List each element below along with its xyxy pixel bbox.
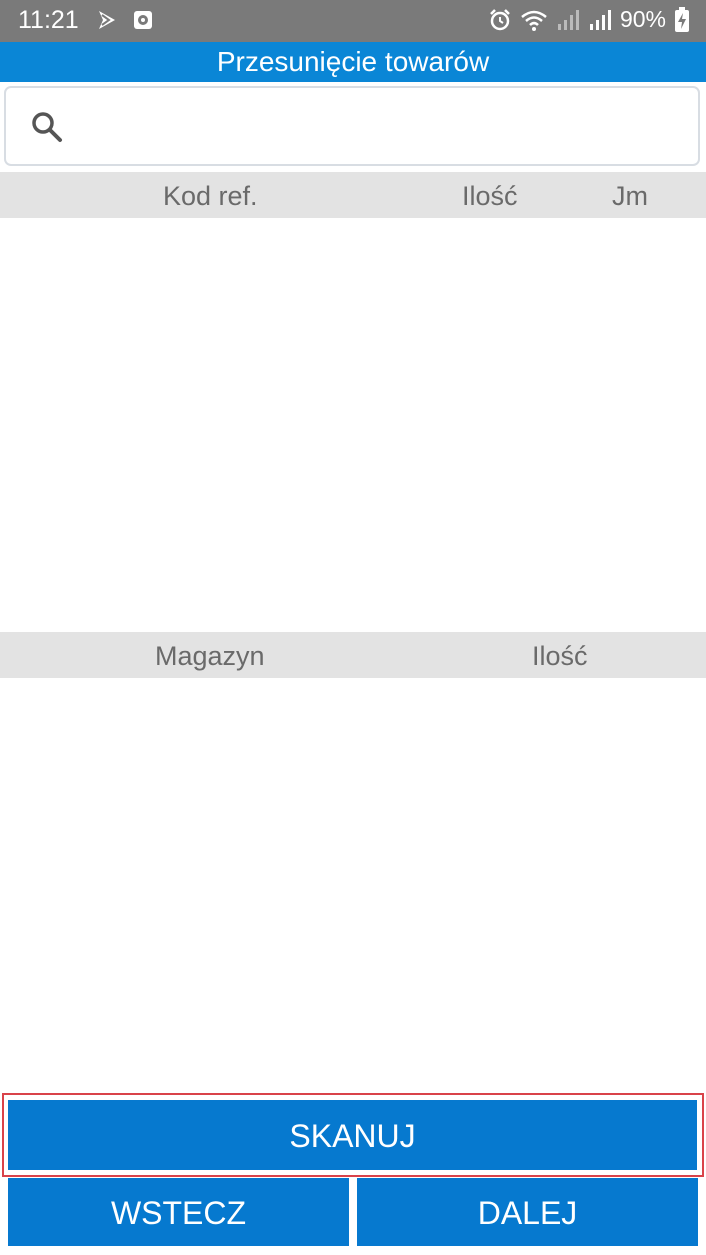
status-bar: 11:21 90% [0, 0, 706, 42]
items-list[interactable] [0, 218, 706, 632]
status-time: 11:21 [18, 6, 79, 34]
column-header-quantity: Ilość [462, 181, 518, 211]
stock-table-header: Magazyn Ilość [0, 632, 706, 678]
wifi-icon [521, 10, 547, 31]
column-header-unit: Jm [612, 181, 648, 211]
search-input[interactable] [78, 100, 682, 154]
column-header-ref-code: Kod ref. [163, 181, 258, 211]
next-button[interactable]: DALEJ [357, 1178, 698, 1246]
notification-icons [96, 9, 154, 31]
alarm-icon [490, 8, 510, 30]
search-box[interactable] [4, 86, 700, 166]
battery-charging-icon [675, 6, 689, 32]
search-icon[interactable] [30, 110, 64, 144]
notification-app-icon [134, 11, 152, 29]
scan-button[interactable]: SKANUJ [8, 1100, 697, 1170]
items-table-header: Kod ref. Ilość Jm [0, 172, 706, 218]
notification-flag-icon [99, 11, 115, 29]
signal-icon [589, 9, 611, 30]
page-title: Przesunięcie towarów [0, 42, 706, 82]
column-header-stock-quantity: Ilość [532, 641, 588, 671]
signal-icon [557, 9, 579, 30]
battery-percent: 90% [619, 6, 666, 32]
status-right: 90% [488, 6, 690, 33]
stock-list[interactable] [0, 678, 706, 1088]
back-button[interactable]: WSTECZ [8, 1178, 349, 1246]
column-header-warehouse: Magazyn [155, 641, 265, 671]
